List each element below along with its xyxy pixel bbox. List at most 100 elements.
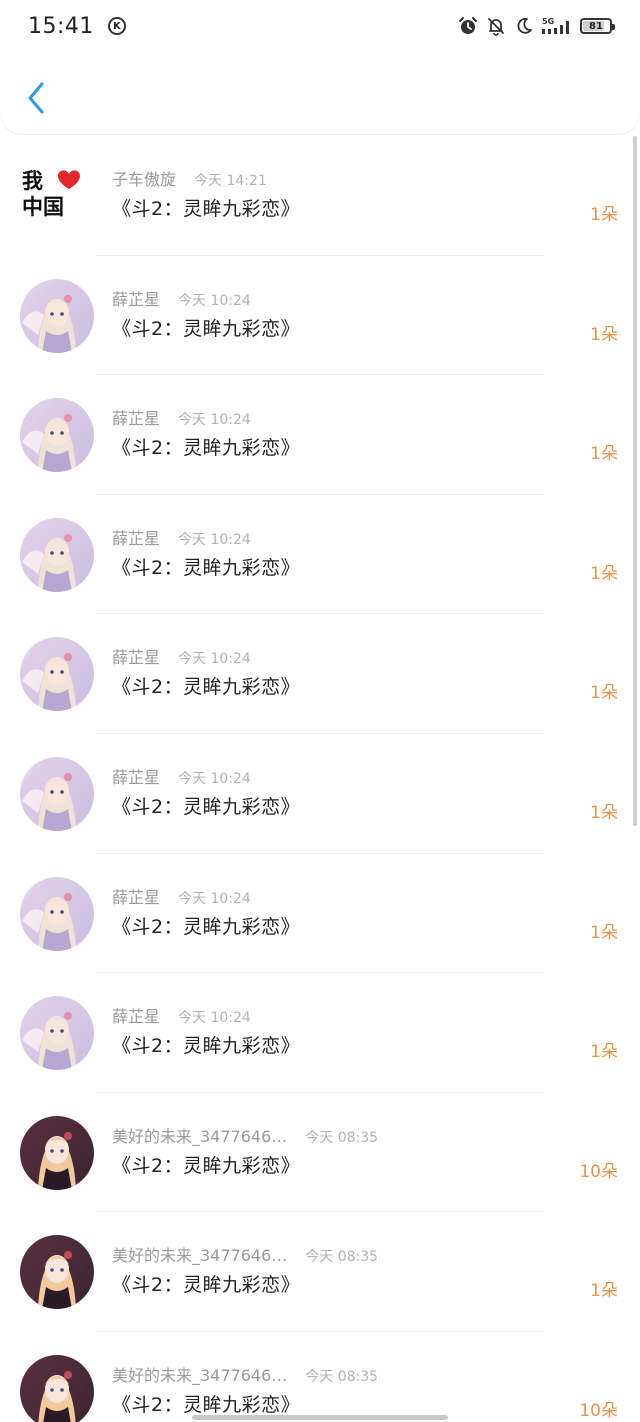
list-item-meta: 薛芷星 今天 10:24 <box>112 525 620 549</box>
avatar[interactable] <box>20 517 94 592</box>
list-item[interactable]: 薛芷星 今天 10:24 《斗2：灵眸九彩恋》 1朵 <box>0 734 640 854</box>
list-item[interactable]: 美好的未来_3477646… 今天 08:35 《斗2：灵眸九彩恋》 1朵 <box>0 1212 640 1332</box>
flower-count: 10朵 <box>579 1161 618 1182</box>
flower-count: 1朵 <box>590 1281 618 1302</box>
timestamp: 今天 14:21 <box>194 173 267 189</box>
avatar[interactable] <box>20 637 94 712</box>
list-item-text: 薛芷星 今天 10:24 《斗2：灵眸九彩恋》 <box>112 405 620 460</box>
flower-count: 1朵 <box>590 444 618 465</box>
love-china-logo: 我中国 <box>22 169 80 219</box>
list-item-meta: 薛芷星 今天 10:24 <box>112 405 620 429</box>
signal-icon: 5G <box>542 17 569 34</box>
list-item[interactable]: 薛芷星 今天 10:24 《斗2：灵眸九彩恋》 1朵 <box>0 375 640 495</box>
avatar-image <box>20 1235 94 1310</box>
username[interactable]: 薛芷星 <box>112 884 160 908</box>
list-item[interactable]: 薛芷星 今天 10:24 《斗2：灵眸九彩恋》 1朵 <box>0 495 640 615</box>
username[interactable]: 薛芷星 <box>112 525 160 549</box>
screen: 15:41 K 5G 81 我 中国 子车傲旋 今天 14:21 《斗2：灵眸九… <box>0 0 640 1422</box>
list-item-text: 薛芷星 今天 10:24 《斗2：灵眸九彩恋》 <box>112 525 620 580</box>
work-title: 《斗2：灵眸九彩恋》 <box>112 676 301 699</box>
header <box>0 52 640 134</box>
list-item[interactable]: 我中国 子车傲旋 今天 14:21 《斗2：灵眸九彩恋》 1朵 <box>0 136 640 256</box>
avatar-image <box>20 278 94 353</box>
avatar[interactable] <box>20 996 94 1071</box>
k-badge-icon: K <box>107 17 126 35</box>
timestamp: 今天 08:35 <box>305 1368 379 1385</box>
list-item-meta: 美好的未来_3477646… 今天 08:35 <box>112 1362 620 1386</box>
work-title: 《斗2：灵眸九彩恋》 <box>112 1274 301 1297</box>
avatar[interactable] <box>20 278 94 353</box>
username[interactable]: 薛芷星 <box>112 764 160 788</box>
timestamp: 今天 10:24 <box>178 651 251 668</box>
avatar[interactable] <box>20 398 94 473</box>
work-title: 《斗2：灵眸九彩恋》 <box>112 198 301 220</box>
list-item-meta: 美好的未来_3477646… 今天 08:35 <box>112 1123 620 1147</box>
list-item-text: 美好的未来_3477646… 今天 08:35 《斗2：灵眸九彩恋》 <box>112 1123 620 1178</box>
work-title: 《斗2：灵眸九彩恋》 <box>112 317 301 340</box>
gift-record-list: 我中国 子车傲旋 今天 14:21 《斗2：灵眸九彩恋》 1朵 薛芷星 今天 1… <box>0 136 640 1422</box>
list-item-text: 子车傲旋 今天 14:21 《斗2：灵眸九彩恋》 <box>112 166 620 221</box>
avatar[interactable] <box>20 1115 94 1190</box>
work-title: 《斗2：灵眸九彩恋》 <box>112 795 301 818</box>
alarm-icon <box>459 17 477 34</box>
list-item[interactable]: 薛芷星 今天 10:24 《斗2：灵眸九彩恋》 1朵 <box>0 614 640 734</box>
bell-off-icon <box>488 18 504 36</box>
list-item-text: 薛芷星 今天 10:24 《斗2：灵眸九彩恋》 <box>112 884 620 939</box>
username[interactable]: 美好的未来_3477646… <box>112 1362 287 1386</box>
list-item-text: 薛芷星 今天 10:24 《斗2：灵眸九彩恋》 <box>112 1003 620 1058</box>
list-item-text: 美好的未来_3477646… 今天 08:35 《斗2：灵眸九彩恋》 <box>112 1362 620 1417</box>
list-item-meta: 薛芷星 今天 10:24 <box>112 644 620 668</box>
avatar[interactable] <box>20 1354 94 1422</box>
username[interactable]: 薛芷星 <box>112 286 160 310</box>
avatar[interactable] <box>20 876 94 951</box>
list-item[interactable]: 美好的未来_3477646… 今天 08:35 《斗2：灵眸九彩恋》 10朵 <box>0 1332 640 1422</box>
work-title: 《斗2：灵眸九彩恋》 <box>112 437 301 460</box>
scrollbar[interactable] <box>633 136 637 826</box>
avatar-image <box>20 398 94 473</box>
work-title: 《斗2：灵眸九彩恋》 <box>112 915 301 938</box>
home-indicator[interactable] <box>192 1415 448 1420</box>
avatar[interactable]: 我中国 <box>22 166 84 220</box>
flower-count: 1朵 <box>590 1042 618 1063</box>
timestamp: 今天 10:24 <box>178 890 251 907</box>
flower-count: 1朵 <box>590 324 618 345</box>
work-title: 《斗2：灵眸九彩恋》 <box>112 1035 301 1058</box>
avatar[interactable] <box>20 756 94 831</box>
avatar-image <box>20 1115 94 1190</box>
username[interactable]: 美好的未来_3477646… <box>112 1123 287 1147</box>
logo-line2: 中国 <box>22 195 64 219</box>
list-item-meta: 薛芷星 今天 10:24 <box>112 1003 620 1027</box>
avatar-image <box>20 637 94 712</box>
timestamp: 今天 10:24 <box>178 1010 251 1027</box>
username[interactable]: 薛芷星 <box>112 1003 160 1027</box>
flower-count: 1朵 <box>590 563 618 584</box>
timestamp: 今天 10:24 <box>178 292 251 309</box>
work-title: 《斗2：灵眸九彩恋》 <box>112 1393 301 1416</box>
list-item[interactable]: 薛芷星 今天 10:24 《斗2：灵眸九彩恋》 1朵 <box>0 854 640 974</box>
avatar[interactable] <box>20 1235 94 1310</box>
timestamp: 今天 10:24 <box>178 412 251 429</box>
username[interactable]: 薛芷星 <box>112 644 160 668</box>
list-item-text: 薛芷星 今天 10:24 《斗2：灵眸九彩恋》 <box>112 764 620 819</box>
avatar-image <box>20 876 94 951</box>
status-bar: 15:41 K 5G 81 <box>0 0 640 52</box>
moon-icon <box>517 17 532 34</box>
username[interactable]: 美好的未来_3477646… <box>112 1242 287 1266</box>
timestamp: 今天 08:35 <box>305 1249 379 1266</box>
timestamp: 今天 10:24 <box>178 531 251 548</box>
work-title: 《斗2：灵眸九彩恋》 <box>112 1154 301 1177</box>
username[interactable]: 子车傲旋 <box>112 166 176 190</box>
list-item[interactable]: 美好的未来_3477646… 今天 08:35 《斗2：灵眸九彩恋》 10朵 <box>0 1093 640 1213</box>
back-button[interactable] <box>18 78 54 118</box>
list-item-meta: 子车傲旋 今天 14:21 <box>112 166 620 190</box>
list-item[interactable]: 薛芷星 今天 10:24 《斗2：灵眸九彩恋》 1朵 <box>0 973 640 1093</box>
list-item-meta: 美好的未来_3477646… 今天 08:35 <box>112 1242 620 1266</box>
username[interactable]: 薛芷星 <box>112 405 160 429</box>
status-icons: 5G 81 <box>458 16 615 36</box>
flower-count: 1朵 <box>590 205 618 225</box>
avatar-image <box>20 517 94 592</box>
list-item-meta: 薛芷星 今天 10:24 <box>112 884 620 908</box>
timestamp: 今天 10:24 <box>178 770 251 787</box>
list-item[interactable]: 薛芷星 今天 10:24 《斗2：灵眸九彩恋》 1朵 <box>0 256 640 376</box>
battery-icon: 81 <box>580 18 615 34</box>
